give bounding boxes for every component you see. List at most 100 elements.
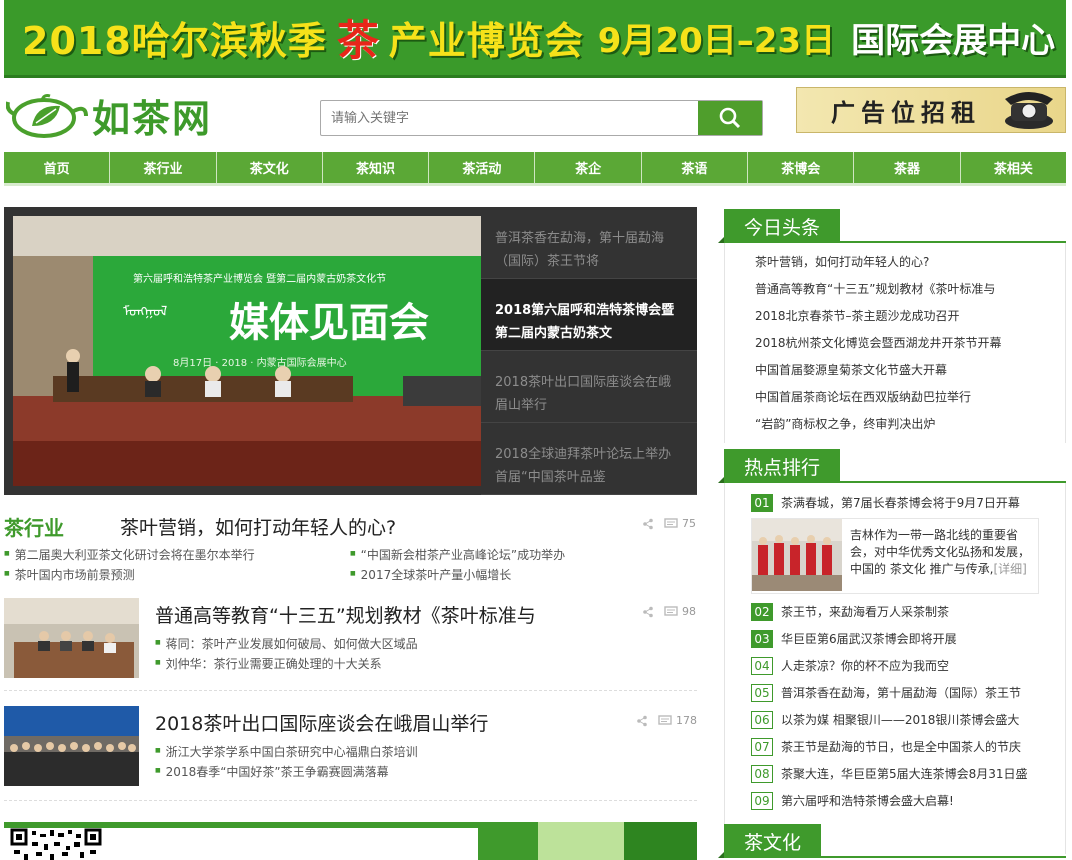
today-item-2[interactable]: 普通高等教育“十三五”规划教材《茶叶标准与	[755, 280, 1065, 307]
panel-today-header: 今日头条	[717, 207, 1066, 243]
today-item-6[interactable]: 中国首届茶商论坛在西双版纳勐巴拉举行	[755, 388, 1065, 415]
article-link-3a[interactable]: 浙江大学茶学系中国白茶研究中心福鼎白茶培训	[155, 743, 418, 760]
article-headline-1[interactable]: 茶叶营销，如何打动年轻人的心?	[120, 513, 396, 540]
qr-code-icon	[10, 828, 102, 860]
banner-dates: 9月20日–23日	[597, 21, 836, 61]
panel-culture-title[interactable]: 茶文化	[717, 824, 822, 858]
rank-number: 09	[751, 791, 773, 810]
hot-item-1[interactable]: 01 茶满春城，第7届长春茶博会将于9月7日开幕	[751, 489, 1065, 516]
comment-icon[interactable]	[658, 714, 672, 727]
svg-text:8月17日 · 2018 · 内蒙古国际会展中心: 8月17日 · 2018 · 内蒙古国际会展中心	[173, 356, 347, 369]
rank-number: 06	[751, 710, 773, 729]
article-headline-3[interactable]: 2018茶叶出口国际座谈会在峨眉山举行	[155, 709, 488, 736]
divider	[4, 690, 697, 691]
nav-item-industry[interactable]: 茶行业	[110, 152, 217, 183]
nav-item-related[interactable]: 茶相关	[961, 152, 1066, 183]
article-link-3b[interactable]: 2018春季“中国好茶”茶王争霸赛圆满落幕	[155, 763, 389, 780]
article-link-1d[interactable]: 2017全球茶叶产量小幅增长	[350, 566, 512, 583]
article-headline-2[interactable]: 普通高等教育“十三五”规划教材《茶叶标准与	[155, 601, 536, 628]
teapot-leaf-icon	[5, 90, 90, 140]
comment-icon[interactable]	[664, 517, 678, 530]
panel-hot-body: 01 茶满春城，第7届长春茶博会将于9月7日开幕 吉林作为一带一路北线的重要省会，…	[724, 483, 1066, 854]
rank-number: 08	[751, 764, 773, 783]
banner-venue: 国际会展中心	[851, 21, 1056, 61]
search-box	[320, 100, 763, 136]
promo-tab-light	[538, 822, 624, 860]
nav-item-teaware[interactable]: 茶器	[854, 152, 961, 183]
nav-item-knowledge[interactable]: 茶知识	[323, 152, 430, 183]
hot-item-title: 以茶为媒 相聚银川——2018银川茶博会盛大	[781, 713, 1020, 727]
today-item-5[interactable]: 中国首届婺源皇菊茶文化节盛大开幕	[755, 361, 1065, 388]
svg-text:ᠮᠣᠩᠭᠣᠯ: ᠮᠣᠩᠭᠣᠯ	[123, 304, 167, 320]
share-icon[interactable]	[642, 606, 654, 618]
section-title-industry[interactable]: 茶行业	[4, 512, 64, 541]
hot-item-title: 华巨臣第6届武汉茶博会即将开展	[781, 632, 957, 646]
comment-icon[interactable]	[664, 605, 678, 618]
photo-banner-text: 媒体见面会	[229, 300, 429, 346]
hot-item-6[interactable]: 06 以茶为媒 相聚银川——2018银川茶博会盛大	[751, 706, 1065, 733]
article-link-1b[interactable]: 茶叶国内市场前景预测	[4, 566, 135, 583]
hot-item-title: 茶满春城，第7届长春茶博会将于9月7日开幕	[781, 496, 1020, 510]
article-meta-1: 75	[642, 517, 696, 530]
nav-item-companies[interactable]: 茶企	[535, 152, 642, 183]
nav-item-home[interactable]: 首页	[4, 152, 111, 183]
panel-culture: 茶文化	[717, 822, 1066, 858]
nav-item-events[interactable]: 茶活动	[429, 152, 536, 183]
svg-text:第六届呼和浩特茶产业博览会 暨第二届内蒙古奶茶文化节: 第六届呼和浩特茶产业博览会 暨第二届内蒙古奶茶文化节	[133, 272, 386, 285]
hot-item-title: 第六届呼和浩特茶博会盛大启幕!	[781, 794, 954, 808]
search-input[interactable]	[321, 101, 698, 135]
banner-title-part3: 产业博览会	[388, 19, 584, 63]
hot-item-title: 茶聚大连，华巨臣第5届大连茶博会8月31日盛	[781, 767, 1028, 781]
top-banner-ad[interactable]: 2018哈尔滨秋季 茶 产业博览会 9月20日–23日 国际会展中心	[4, 0, 1066, 78]
article-link-2a[interactable]: 蒋同：茶叶产业发展如何破局、如何做大区域品	[155, 635, 418, 652]
rank-number: 04	[751, 656, 773, 675]
hot-item-title: 人走茶凉？你的杯不应为我而空	[781, 659, 950, 673]
article-thumb-3[interactable]	[4, 706, 139, 786]
bottom-promo-strip[interactable]	[4, 822, 697, 860]
comment-count-3: 178	[676, 714, 697, 727]
today-item-7[interactable]: “岩韵”商标权之争，终审判决出炉	[755, 415, 1065, 442]
nav-item-quotes[interactable]: 茶语	[642, 152, 749, 183]
today-item-3[interactable]: 2018北京春茶节–茶主题沙龙成功召开	[755, 307, 1065, 334]
hot-feature-more-link[interactable]: [详细]	[993, 562, 1026, 576]
hot-item-4[interactable]: 04 人走茶凉？你的杯不应为我而空	[751, 652, 1065, 679]
nav-item-culture[interactable]: 茶文化	[217, 152, 323, 183]
main-nav: 首页 茶行业 茶文化 茶知识 茶活动 茶企 茶语 茶博会 茶器 茶相关	[4, 152, 1066, 186]
slider-headline-2[interactable]: 2018第六届呼和浩特茶博会暨第二届内蒙古奶茶文	[481, 279, 697, 351]
hot-feature-card[interactable]: 吉林作为一带一路北线的重要省会，对中华优秀文化弘扬和发展，中国的 茶文化 推广与…	[751, 518, 1039, 594]
rank-number: 05	[751, 683, 773, 702]
hot-item-title: 普洱茶香在勐海，第十届勐海（国际）茶王节	[781, 686, 1022, 700]
featured-photo[interactable]: 第六届呼和浩特茶产业博览会 暨第二届内蒙古奶茶文化节 ᠮᠣᠩᠭᠣᠯ 媒体见面会 …	[13, 216, 481, 486]
article-link-1a[interactable]: 第二届奥大利亚茶文化研讨会将在墨尔本举行	[4, 546, 255, 563]
article-link-2b[interactable]: 刘仲华：茶行业需要正确处理的十大关系	[155, 655, 382, 672]
telephone-icon	[1005, 92, 1053, 129]
article-thumb-2[interactable]	[4, 598, 139, 678]
today-item-1[interactable]: 茶叶营销，如何打动年轻人的心?	[755, 253, 1065, 280]
divider	[4, 800, 697, 801]
today-item-4[interactable]: 2018杭州茶文化博览会暨西湖龙井开茶节开幕	[755, 334, 1065, 361]
hot-item-8[interactable]: 08 茶聚大连，华巨臣第5届大连茶博会8月31日盛	[751, 760, 1065, 787]
slider-headline-3[interactable]: 2018茶叶出口国际座谈会在峨眉山举行	[481, 351, 697, 423]
rank-number: 03	[751, 629, 773, 648]
hot-item-title: 茶王节是勐海的节日，也是全中国茶人的节庆	[781, 740, 1022, 754]
hot-item-2[interactable]: 02 茶王节，来勐海看万人采茶制茶	[751, 598, 1065, 625]
ad-slot-banner[interactable]: 广告位招租	[796, 87, 1066, 133]
panel-hot-header: 热点排行	[717, 447, 1066, 483]
panel-today-title[interactable]: 今日头条	[717, 209, 841, 243]
article-link-1c[interactable]: “中国新会柑茶产业高峰论坛”成功举办	[350, 546, 565, 563]
slider-headline-4[interactable]: 2018全球迪拜茶叶论坛上举办首届“中国茶叶品鉴	[481, 423, 697, 495]
hot-item-9[interactable]: 09 第六届呼和浩特茶博会盛大启幕!	[751, 787, 1065, 814]
panel-hot-title[interactable]: 热点排行	[717, 449, 841, 483]
site-logo[interactable]: 如茶网	[5, 88, 226, 142]
article-meta-2: 98	[642, 605, 696, 618]
search-button[interactable]	[698, 101, 762, 135]
hot-feature-photo	[752, 519, 842, 591]
slider-headline-1[interactable]: 普洱茶香在勐海，第十届勐海（国际）茶王节将	[481, 207, 697, 279]
nav-item-expo[interactable]: 茶博会	[748, 152, 855, 183]
share-icon[interactable]	[636, 715, 648, 727]
hot-item-5[interactable]: 05 普洱茶香在勐海，第十届勐海（国际）茶王节	[751, 679, 1065, 706]
today-list: 茶叶营销，如何打动年轻人的心? 普通高等教育“十三五”规划教材《茶叶标准与 20…	[725, 243, 1065, 442]
hot-item-3[interactable]: 03 华巨臣第6届武汉茶博会即将开展	[751, 625, 1065, 652]
hot-item-7[interactable]: 07 茶王节是勐海的节日，也是全中国茶人的节庆	[751, 733, 1065, 760]
share-icon[interactable]	[642, 518, 654, 530]
